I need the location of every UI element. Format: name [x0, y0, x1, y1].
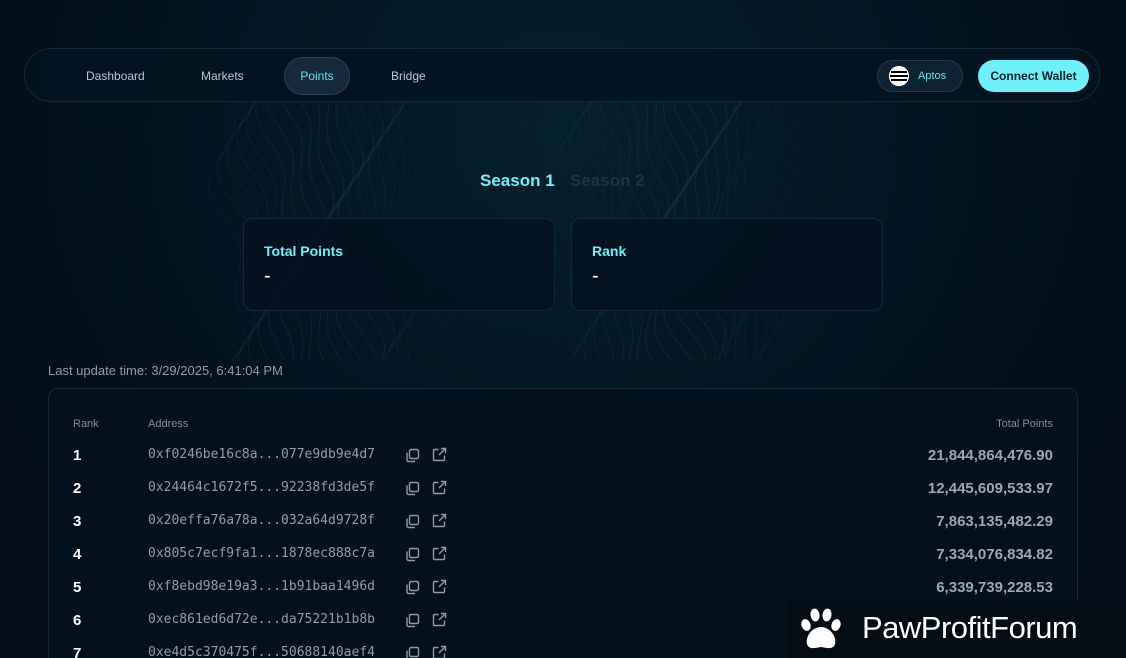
- row-total-points: 7,863,135,482.29: [936, 513, 1053, 530]
- copy-icon[interactable]: [405, 448, 420, 463]
- table-row: 4 0x805c7ecf9fa1...1878ec888c7a 7,334,076,…: [49, 538, 1077, 571]
- external-link-icon[interactable]: [432, 447, 447, 462]
- row-total-points: 21,844,864,476.90: [927, 447, 1053, 464]
- row-address: 0x20effa76a78a...032a64d9728f: [148, 513, 375, 528]
- watermark-text: PawProfitForum: [862, 610, 1078, 645]
- points-page: Dashboard Markets Points Bridge Aptos Co…: [0, 0, 1126, 658]
- table-row: 2 0x24464c1672f5...92238fd3de5f 12,445,609…: [49, 472, 1077, 505]
- row-total-points: 6,339,739,228.53: [936, 579, 1053, 596]
- table-row: 3 0x20effa76a78a...032a64d9728f 7,863,135,…: [49, 505, 1077, 538]
- copy-icon[interactable]: [405, 580, 420, 595]
- header-total-points: Total Points: [996, 418, 1053, 430]
- copy-icon[interactable]: [405, 547, 420, 562]
- chain-selector[interactable]: Aptos: [877, 60, 963, 92]
- external-link-icon[interactable]: [432, 612, 447, 627]
- table-row: 1 0xf0246be16c8a...077e9db9e4d7 21,844,864…: [49, 439, 1077, 472]
- copy-icon[interactable]: [405, 646, 420, 658]
- table-row: 5 0xf8ebd98e19a3...1b91baa1496d 6,339,739,…: [49, 571, 1077, 604]
- rank-card: Rank -: [571, 218, 883, 311]
- row-total-points: 12,445,609,533.97: [927, 480, 1053, 497]
- tab-bridge[interactable]: Bridge: [376, 57, 441, 95]
- row-rank: 3: [73, 513, 82, 530]
- rank-value: -: [592, 265, 599, 287]
- external-link-icon[interactable]: [432, 579, 447, 594]
- top-navbar: Dashboard Markets Points Bridge Aptos Co…: [24, 48, 1100, 102]
- row-rank: 1: [73, 447, 82, 464]
- paw-icon: [801, 608, 841, 649]
- row-address: 0x805c7ecf9fa1...1878ec888c7a: [148, 546, 375, 561]
- tab-markets[interactable]: Markets: [186, 57, 259, 95]
- external-link-icon[interactable]: [432, 645, 447, 658]
- chain-selector-label: Aptos: [918, 70, 947, 82]
- tab-points[interactable]: Points: [284, 57, 350, 95]
- row-address: 0xe4d5c370475f...50688140aef4: [148, 645, 375, 658]
- row-address: 0xf0246be16c8a...077e9db9e4d7: [148, 447, 375, 462]
- external-link-icon[interactable]: [432, 513, 447, 528]
- copy-icon[interactable]: [405, 613, 420, 628]
- row-rank: 5: [73, 579, 82, 596]
- tab-season-1[interactable]: Season 1: [480, 171, 555, 191]
- rank-label: Rank: [592, 243, 627, 259]
- row-rank: 7: [73, 645, 82, 658]
- external-link-icon[interactable]: [432, 546, 447, 561]
- row-rank: 2: [73, 480, 82, 497]
- tab-season-2[interactable]: Season 2: [570, 171, 645, 191]
- total-points-card: Total Points -: [243, 218, 555, 311]
- total-points-label: Total Points: [264, 243, 344, 259]
- row-address: 0xf8ebd98e19a3...1b91baa1496d: [148, 579, 375, 594]
- row-rank: 6: [73, 612, 82, 629]
- tab-dashboard[interactable]: Dashboard: [71, 57, 160, 95]
- copy-icon[interactable]: [405, 514, 420, 529]
- header-address: Address: [148, 418, 189, 430]
- contour-line: [208, 99, 245, 361]
- connect-wallet-button[interactable]: Connect Wallet: [978, 60, 1089, 92]
- copy-icon[interactable]: [405, 481, 420, 496]
- watermark: PawProfitForum: [789, 601, 1126, 658]
- header-rank: Rank: [73, 418, 99, 430]
- aptos-logo-icon: [889, 66, 909, 86]
- external-link-icon[interactable]: [432, 480, 447, 495]
- row-total-points: 7,334,076,834.82: [936, 546, 1053, 563]
- row-address: 0x24464c1672f5...92238fd3de5f: [148, 480, 375, 495]
- last-update-time: Last update time: 3/29/2025, 6:41:04 PM: [48, 363, 283, 378]
- row-rank: 4: [73, 546, 82, 563]
- total-points-value: -: [264, 265, 271, 287]
- row-address: 0xec861ed6d72e...da75221b1b8b: [148, 612, 375, 627]
